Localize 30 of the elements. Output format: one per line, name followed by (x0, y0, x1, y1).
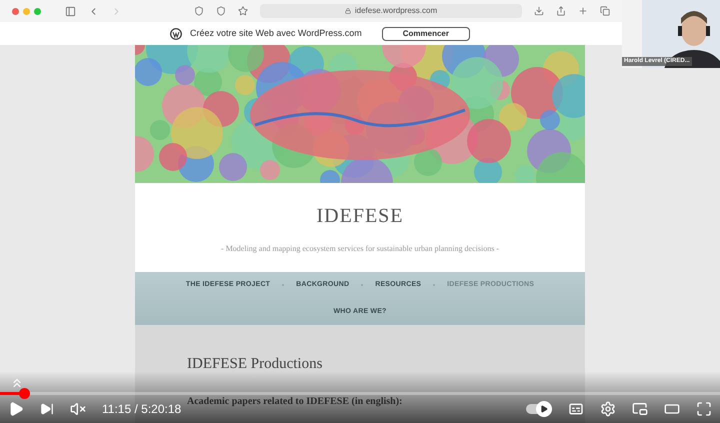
play-icon (540, 405, 548, 413)
shield-icon[interactable] (194, 6, 204, 16)
muted-speaker-icon[interactable] (70, 401, 86, 417)
download-icon[interactable] (534, 6, 544, 16)
close-icon[interactable] (12, 8, 19, 14)
new-tab-icon[interactable] (578, 6, 588, 16)
site-title: IDEFESE (316, 204, 404, 228)
wordpress-logo-icon (170, 28, 182, 40)
address-field[interactable]: idefese.wordpress.com (260, 4, 522, 18)
bookmark-icon[interactable] (238, 6, 248, 16)
time-display: 11:15 / 5:20:18 (102, 401, 182, 418)
lock-icon (344, 8, 351, 14)
settings-icon[interactable] (600, 401, 616, 417)
url-text: idefese.wordpress.com (354, 5, 438, 17)
progress-handle[interactable] (19, 388, 30, 399)
fullscreen-icon[interactable] (696, 401, 712, 417)
autoplay-toggle[interactable] (526, 401, 552, 417)
page-heading: IDEFESE Productions (187, 355, 324, 374)
section-heading: Academic papers related to IDEFESE (in english): (187, 394, 404, 408)
subtitles-icon[interactable] (568, 401, 584, 417)
start-button[interactable]: Commencer (382, 26, 470, 40)
tabs-icon[interactable] (600, 6, 610, 16)
miniplayer-icon[interactable] (632, 401, 648, 417)
banner-text: Créez votre site Web avec WordPress.com (190, 26, 362, 40)
next-icon[interactable] (40, 402, 54, 416)
sidebar-icon[interactable] (65, 6, 76, 16)
site-tagline: - Modeling and mapping ecosystem services for sustainable urban planning decisions - (221, 242, 499, 254)
shield-icon[interactable] (216, 6, 226, 16)
share-icon[interactable] (556, 6, 566, 16)
play-icon[interactable] (8, 401, 24, 417)
